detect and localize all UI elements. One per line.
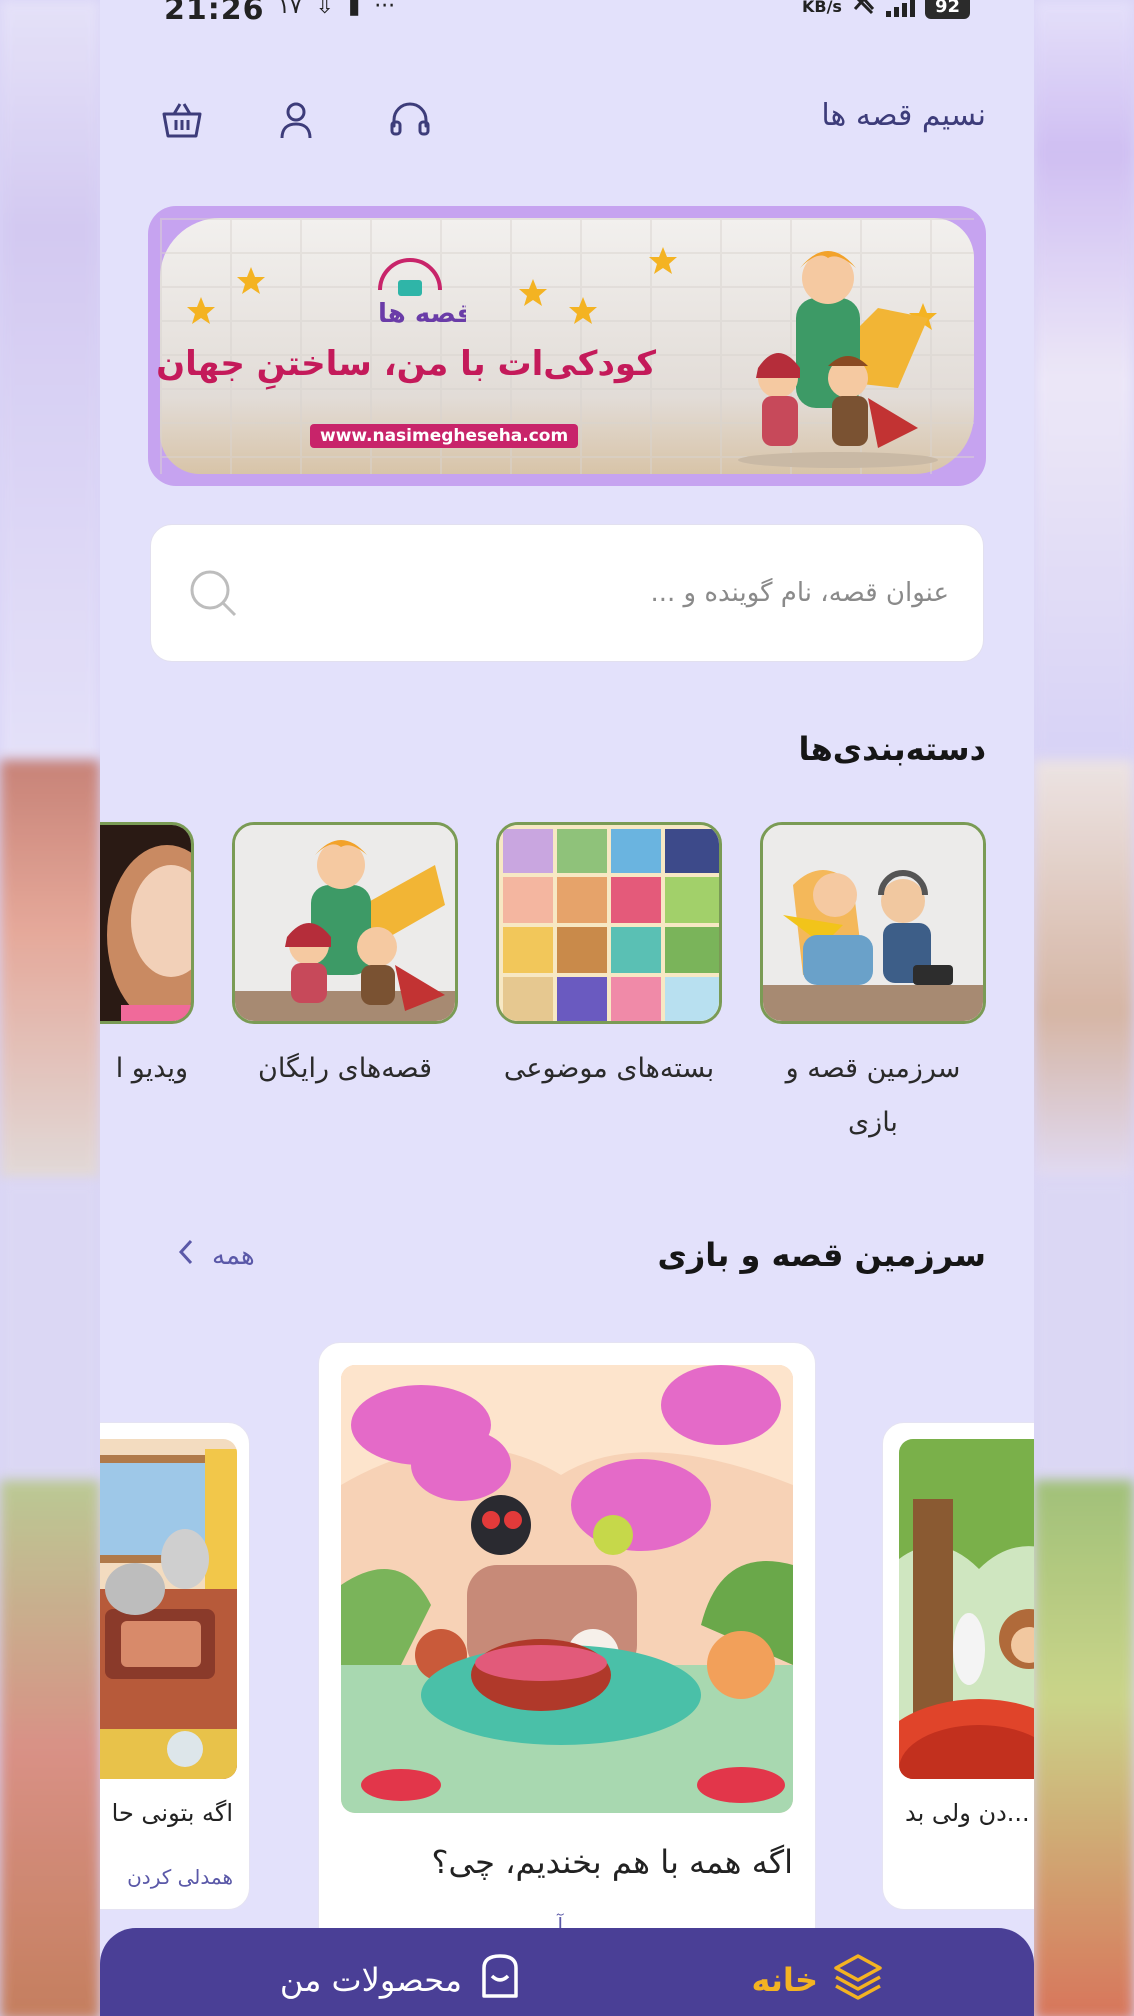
promo-banner[interactable]: قصه ها کودکی‌ات با من، ساختنِ جهان با تو… [148, 206, 986, 486]
banner-tagline: کودکی‌ات با من، ساختنِ جهان با تو [148, 344, 656, 384]
nav-products-label: محصولات من [279, 1961, 462, 1999]
see-all-label: همه [212, 1240, 255, 1271]
category-story-land[interactable]: سرزمین قصه و بازی [760, 822, 986, 1150]
star-icon [519, 279, 547, 306]
sim-icon: ▮ [348, 0, 361, 19]
headphones-icon[interactable] [386, 96, 434, 144]
category-videos[interactable]: ویدیو ا [100, 822, 194, 1096]
left-blur-band [0, 0, 100, 2016]
download-icon: ⇩ [315, 0, 335, 19]
category-label: سرزمین قصه و بازی [785, 1053, 961, 1138]
status-number: ۱۷ [278, 0, 302, 19]
app-title: نسیم قصه ها [821, 98, 986, 133]
story-title: اگه همه با هم بخندیم، چی؟ [431, 1843, 793, 1881]
story-cover-image [899, 1439, 1034, 1779]
more-dots-icon: ··· [374, 0, 396, 19]
category-label: قصه‌های رایگان [258, 1053, 432, 1084]
search-box [150, 524, 984, 662]
story-cover-image [100, 1439, 237, 1779]
data-speed-unit: KB/s [801, 0, 842, 16]
brand-logo: قصه ها [370, 246, 473, 330]
layers-icon [832, 1950, 884, 2010]
chevron-left-icon [178, 1238, 194, 1273]
star-icon [237, 267, 265, 294]
status-notification-icons: ۱۷ ⇩ ▮ ··· [278, 0, 395, 19]
user-icon[interactable] [272, 96, 320, 144]
app-screen: 21:26 ۱۷ ⇩ ▮ ··· KB/s 92 نسیم قصه ها قصه… [100, 0, 1034, 2016]
categories-title: دسته‌بندی‌ها [798, 730, 986, 768]
nav-my-products[interactable]: محصولات من [280, 1950, 524, 2010]
story-title: اگه بتونی حا [111, 1799, 233, 1827]
battery-indicator: 92 [924, 0, 970, 19]
nav-home-label: خانه [751, 1961, 819, 1999]
banner-url: www.nasimegheseha.com [310, 424, 579, 448]
status-bar: 21:26 ۱۷ ⇩ ▮ ··· KB/s 92 [100, 0, 1034, 27]
search-input[interactable] [261, 525, 949, 661]
story-card-right[interactable]: ...دن ولی بد [882, 1422, 1034, 1910]
category-thumbnail [760, 822, 986, 1024]
nav-home[interactable]: خانه [752, 1950, 885, 2010]
signal-icon [885, 0, 915, 17]
category-theme-packs[interactable]: بسته‌های موضوعی [496, 822, 722, 1096]
search-icon[interactable] [189, 569, 237, 621]
star-icon [649, 247, 677, 274]
stories-section-title: سرزمین قصه و بازی [657, 1236, 986, 1274]
story-card-featured[interactable]: اگه همه با هم بخندیم، چی؟ آ [318, 1342, 816, 1962]
logo-text: قصه ها [378, 299, 466, 326]
category-thumbnail [100, 822, 194, 1024]
header: نسیم قصه ها [100, 92, 1034, 148]
category-thumbnail [232, 822, 458, 1024]
status-right: KB/s 92 [802, 0, 970, 19]
shopping-bag-icon [476, 1950, 524, 2010]
star-icon [187, 297, 215, 324]
bottom-navigation: خانه محصولات من [100, 1928, 1034, 2016]
see-all-link[interactable]: همه [178, 1238, 255, 1273]
category-label: بسته‌های موضوعی [503, 1053, 715, 1084]
story-card-left[interactable]: اگه بتونی حا همدلی کردن [100, 1422, 250, 1910]
story-tag: همدلی کردن [127, 1865, 233, 1889]
basket-icon[interactable] [158, 96, 206, 144]
story-title: ...دن ولی بد [905, 1799, 1030, 1827]
status-time: 21:26 [164, 0, 265, 27]
right-blur-band [1034, 0, 1134, 2016]
banner-characters-illustration [738, 251, 938, 468]
category-label: ویدیو ا [115, 1053, 188, 1084]
mute-icon [852, 0, 876, 19]
category-thumbnail [496, 822, 722, 1024]
story-cover-image [341, 1365, 793, 1813]
category-free-stories[interactable]: قصه‌های رایگان [232, 822, 458, 1096]
star-icon [569, 297, 597, 324]
